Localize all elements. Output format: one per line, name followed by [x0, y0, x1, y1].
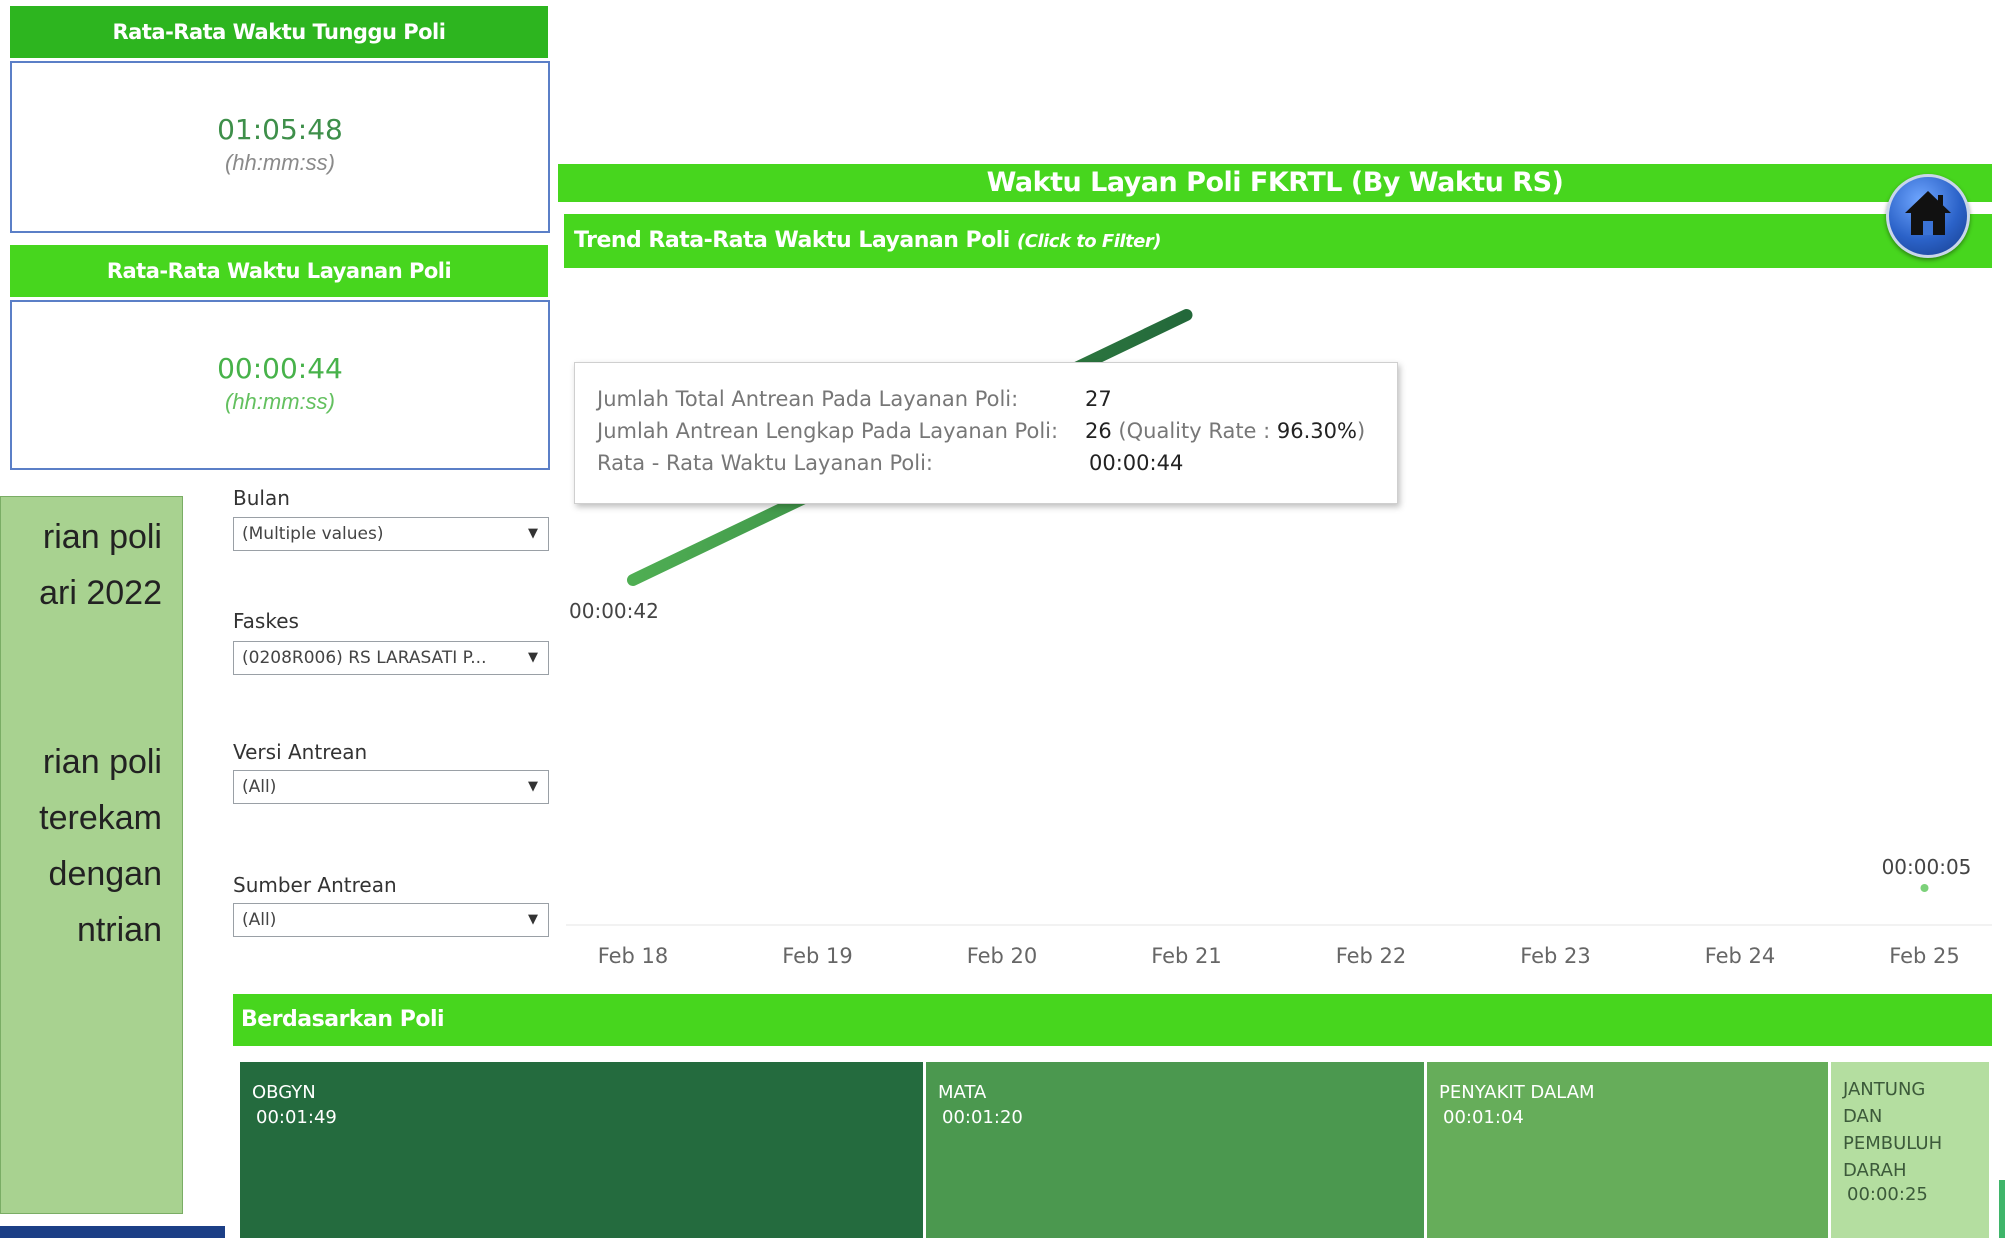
treemap-cell-time: 00:01:49	[256, 1107, 337, 1128]
tooltip-avg-label: Rata - Rata Waktu Layanan Poli:	[597, 451, 934, 475]
treemap-cell[interactable]: MATA 00:01:20	[926, 1062, 1424, 1238]
edge-strip	[1999, 1180, 2005, 1238]
faskes-select-value: (0208R006) RS LARASATI P...	[242, 648, 487, 668]
treemap-cell-time: 00:01:20	[942, 1107, 1023, 1128]
sumber-select[interactable]: (All) ▼	[233, 903, 549, 937]
treemap: OBGYN 00:01:49 MATA 00:01:20 PENYAKIT DALAM 0…	[240, 1062, 1989, 1238]
main-title: Waktu Layan Poli FKRTL (By Waktu RS)	[558, 164, 1992, 202]
trend-hint: (Click to Filter)	[1017, 231, 1161, 252]
versi-select[interactable]: (All) ▼	[233, 770, 549, 804]
note-line-5: dengan	[48, 855, 162, 893]
bulan-select-value: (Multiple values)	[242, 524, 384, 544]
bulan-label: Bulan	[233, 486, 290, 510]
tooltip-lengkap-label: Jumlah Antrean Lengkap Pada Layanan Poli…	[597, 419, 1059, 443]
wait-kpi-unit: (hh:mm:ss)	[225, 150, 335, 175]
x-tick-label: Feb 25	[1889, 944, 1960, 968]
versi-select-value: (All)	[242, 777, 277, 797]
note-line-4: terekam	[39, 799, 162, 837]
blue-strip	[0, 1226, 225, 1238]
home-icon	[1905, 191, 1951, 235]
bulan-select[interactable]: (Multiple values) ▼	[233, 517, 549, 551]
sumber-select-value: (All)	[242, 910, 277, 930]
chevron-down-icon: ▼	[528, 650, 538, 665]
tooltip-avg-value: 00:00:44	[1089, 451, 1184, 475]
treemap-cell-name: MATA	[938, 1082, 987, 1103]
tooltip-avg-row: Rata - Rata Waktu Layanan Poli:	[597, 451, 933, 475]
note-line-6: ntrian	[76, 911, 162, 949]
chevron-down-icon: ▼	[528, 779, 538, 794]
x-tick-label: Feb 19	[782, 944, 853, 968]
tooltip-quality-label: (Quality Rate :	[1118, 419, 1277, 443]
treemap-cell[interactable]: OBGYN 00:01:49	[240, 1062, 923, 1238]
chevron-down-icon: ▼	[528, 912, 538, 927]
trend-title: Trend Rata-Rata Waktu Layanan Poli	[574, 228, 1010, 253]
x-tick-label: Feb 18	[598, 944, 669, 968]
note-panel: rian poli ari 2022 rian poli terekam den…	[0, 496, 183, 1214]
versi-label: Versi Antrean	[233, 740, 368, 764]
chevron-down-icon: ▼	[528, 526, 538, 541]
sumber-label: Sumber Antrean	[233, 873, 397, 897]
x-tick-label: Feb 22	[1336, 944, 1407, 968]
treemap-cell-name: PENYAKIT DALAM	[1439, 1082, 1595, 1103]
data-label: 00:00:42	[569, 599, 659, 623]
wait-kpi-title: Rata-Rata Waktu Tunggu Poli	[10, 6, 548, 58]
tooltip-lengkap-values: 26 (Quality Rate : 96.30%)	[1085, 419, 1365, 443]
tooltip-quality-close: )	[1356, 419, 1366, 443]
chart-tooltip: Jumlah Total Antrean Pada Layanan Poli: …	[574, 362, 1398, 504]
tooltip-lengkap-value: 26	[1085, 419, 1112, 443]
faskes-label: Faskes	[233, 609, 299, 633]
note-line-2: ari 2022	[39, 574, 162, 612]
service-kpi-title: Rata-Rata Waktu Layanan Poli	[10, 245, 548, 297]
home-button[interactable]	[1886, 174, 1970, 258]
tooltip-quality-value: 96.30%	[1276, 419, 1357, 443]
service-kpi-unit: (hh:mm:ss)	[225, 389, 335, 414]
note-line-3: rian poli	[42, 743, 162, 781]
tooltip-total-value: 27	[1085, 387, 1112, 411]
treemap-cell-name: JANTUNG DAN PEMBULUH DARAH	[1843, 1079, 1943, 1181]
tooltip-total-label: Jumlah Total Antrean Pada Layanan Poli:	[597, 387, 1019, 411]
treemap-cell-time: 00:00:25	[1847, 1184, 1928, 1205]
faskes-select[interactable]: (0208R006) RS LARASATI P... ▼	[233, 641, 549, 675]
treemap-cell[interactable]: JANTUNG DAN PEMBULUH DARAH 00:00:25	[1831, 1062, 1989, 1238]
treemap-header: Berdasarkan Poli	[233, 994, 1992, 1046]
treemap-cell[interactable]: PENYAKIT DALAM 00:01:04	[1427, 1062, 1828, 1238]
x-tick-label: Feb 20	[967, 944, 1038, 968]
data-point[interactable]	[1920, 884, 1929, 892]
service-kpi-value: 00:00:44	[217, 352, 343, 385]
treemap-cell-time: 00:01:04	[1443, 1107, 1524, 1128]
wait-kpi-card: 01:05:48 (hh:mm:ss)	[10, 61, 550, 233]
note-line-1: rian poli	[42, 518, 162, 556]
tooltip-total-row: Jumlah Total Antrean Pada Layanan Poli:	[597, 387, 1018, 411]
treemap-cell-name: OBGYN	[252, 1082, 316, 1103]
service-kpi-card: 00:00:44 (hh:mm:ss)	[10, 300, 550, 470]
tooltip-lengkap-row: Jumlah Antrean Lengkap Pada Layanan Poli…	[597, 419, 1058, 443]
x-tick-label: Feb 23	[1520, 944, 1591, 968]
x-tick-label: Feb 21	[1151, 944, 1222, 968]
x-tick-label: Feb 24	[1705, 944, 1776, 968]
wait-kpi-value: 01:05:48	[217, 113, 343, 146]
data-label: 00:00:05	[1882, 855, 1972, 879]
trend-header[interactable]: Trend Rata-Rata Waktu Layanan Poli (Clic…	[564, 214, 1992, 268]
